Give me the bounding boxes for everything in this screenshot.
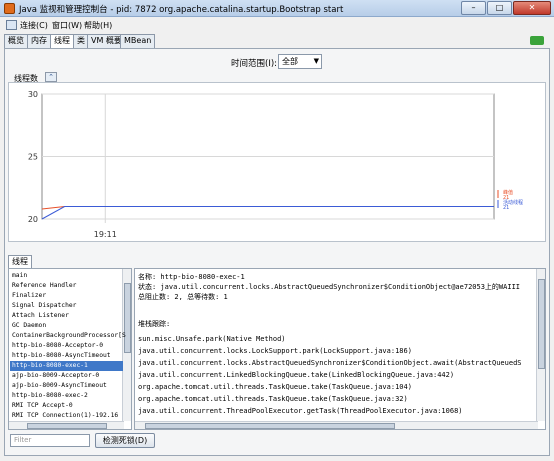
- detail-line: org.apache.tomcat.util.threads.TaskQueue…: [138, 383, 412, 391]
- time-range-label: 时间范围(I):: [231, 59, 278, 69]
- tab-threads[interactable]: 线程: [50, 34, 74, 49]
- filter-input[interactable]: Filter: [10, 434, 90, 447]
- tab-mbean[interactable]: MBean: [120, 34, 156, 48]
- scroll-thumb[interactable]: [538, 279, 545, 369]
- thread-list-item[interactable]: GC Daemon: [10, 321, 123, 331]
- thread-list-item[interactable]: Signal Dispatcher: [10, 301, 123, 311]
- thread-detail-pane: 名称: http-bio-8080-exec-1 状态: java.util.co…: [134, 268, 546, 430]
- y-tick-label: 20: [28, 215, 38, 224]
- detail-line: java.util.concurrent.ThreadPoolExecutor.…: [138, 407, 463, 415]
- detail-line: 状态: java.util.concurrent.locks.AbstractQ…: [138, 283, 521, 291]
- thread-list-item[interactable]: ajp-bio-8009-Acceptor-0: [10, 371, 123, 381]
- tab-memory[interactable]: 内存: [27, 34, 51, 48]
- thread-list-item[interactable]: ContainerBackgroundProcessor[S: [10, 331, 126, 341]
- thread-list-item[interactable]: RMI TCP Connection(1)-192.16: [10, 411, 123, 421]
- scroll-thumb[interactable]: [124, 283, 131, 353]
- detail-hscrollbar[interactable]: [135, 421, 538, 429]
- detect-deadlock-button[interactable]: 检测死锁(D): [95, 433, 155, 448]
- thread-list-item[interactable]: http-bio-8080-AsyncTimeout: [10, 351, 123, 361]
- tab-overview[interactable]: 概览: [4, 34, 28, 48]
- y-tick-label: 30: [28, 90, 38, 99]
- thread-list-item[interactable]: http-bio-8080-exec-1: [10, 361, 123, 371]
- detail-line: java.util.concurrent.LinkedBlockingQueue…: [138, 371, 455, 379]
- window-title: Java 监视和管理控制台 - pid: 7872 org.apache.cat…: [19, 5, 344, 15]
- menu-item-window[interactable]: 窗口(W): [52, 20, 82, 31]
- close-button[interactable]: ✕: [513, 1, 551, 15]
- maximize-button[interactable]: □: [487, 1, 512, 15]
- connection-status-icon: [530, 36, 544, 45]
- scroll-thumb[interactable]: [27, 423, 107, 429]
- detail-line: 名称: http-bio-8080-exec-1: [138, 273, 245, 281]
- detail-line: 堆栈跟踪:: [138, 320, 171, 328]
- title-bar: Java 监视和管理控制台 - pid: 7872 org.apache.cat…: [0, 0, 554, 17]
- window-menu-icon[interactable]: [6, 20, 17, 30]
- thread-list-item[interactable]: RMI TCP Accept-0: [10, 401, 123, 411]
- thread-count-chart: 20253019:11峰值21活动线程21: [28, 90, 523, 239]
- chevron-down-icon: ▼: [313, 57, 319, 65]
- menu-item-help[interactable]: 帮助(H): [84, 20, 112, 31]
- thread-list-item[interactable]: Finalizer: [10, 291, 123, 301]
- time-range-select[interactable]: 全部 ▼: [278, 54, 322, 69]
- detail-line: org.apache.tomcat.util.threads.TaskQueue…: [138, 395, 408, 403]
- y-tick-label: 25: [28, 153, 38, 162]
- detail-line: 总阻止数: 2, 总等待数: 1: [138, 293, 228, 301]
- detail-vscrollbar[interactable]: [536, 269, 545, 421]
- time-range-value: 全部: [282, 57, 298, 66]
- thread-list-item[interactable]: http-bio-8080-Acceptor-0: [10, 341, 123, 351]
- thread-list-item[interactable]: ajp-bio-8009-AsyncTimeout: [10, 381, 123, 391]
- detail-line: java.util.concurrent.locks.LockSupport.p…: [138, 347, 412, 355]
- tab-threads-list[interactable]: 线程: [8, 255, 32, 268]
- thread-list-vscrollbar[interactable]: [122, 269, 131, 421]
- detail-line: sun.misc.Unsafe.park(Native Method): [138, 335, 286, 343]
- thread-list-item[interactable]: main: [10, 271, 123, 281]
- menu-item-connect[interactable]: 连接(C): [20, 20, 48, 31]
- chevron-up-double-icon[interactable]: ⌃: [45, 72, 57, 82]
- legend-value: 21: [503, 205, 509, 211]
- minimize-button[interactable]: –: [461, 1, 486, 15]
- thread-list-item[interactable]: http-bio-8080-exec-2: [10, 391, 123, 401]
- thread-list-item[interactable]: Reference Handler: [10, 281, 123, 291]
- x-tick-label: 19:11: [94, 230, 117, 239]
- main-tabs: 概览 内存 线程 类 VM 概要 MBean: [4, 34, 550, 49]
- thread-list[interactable]: main Reference Handler Finalizer Signal Dis…: [8, 268, 132, 430]
- scroll-thumb[interactable]: [145, 423, 395, 429]
- menu-bar: 连接(C) 窗口(W) 帮助(H): [0, 17, 554, 33]
- thread-list-item[interactable]: Attach Listener: [10, 311, 123, 321]
- java-app-icon: [4, 3, 15, 14]
- thread-list-hscrollbar[interactable]: [9, 421, 124, 429]
- detail-line: java.util.concurrent.locks.AbstractQueue…: [138, 359, 522, 367]
